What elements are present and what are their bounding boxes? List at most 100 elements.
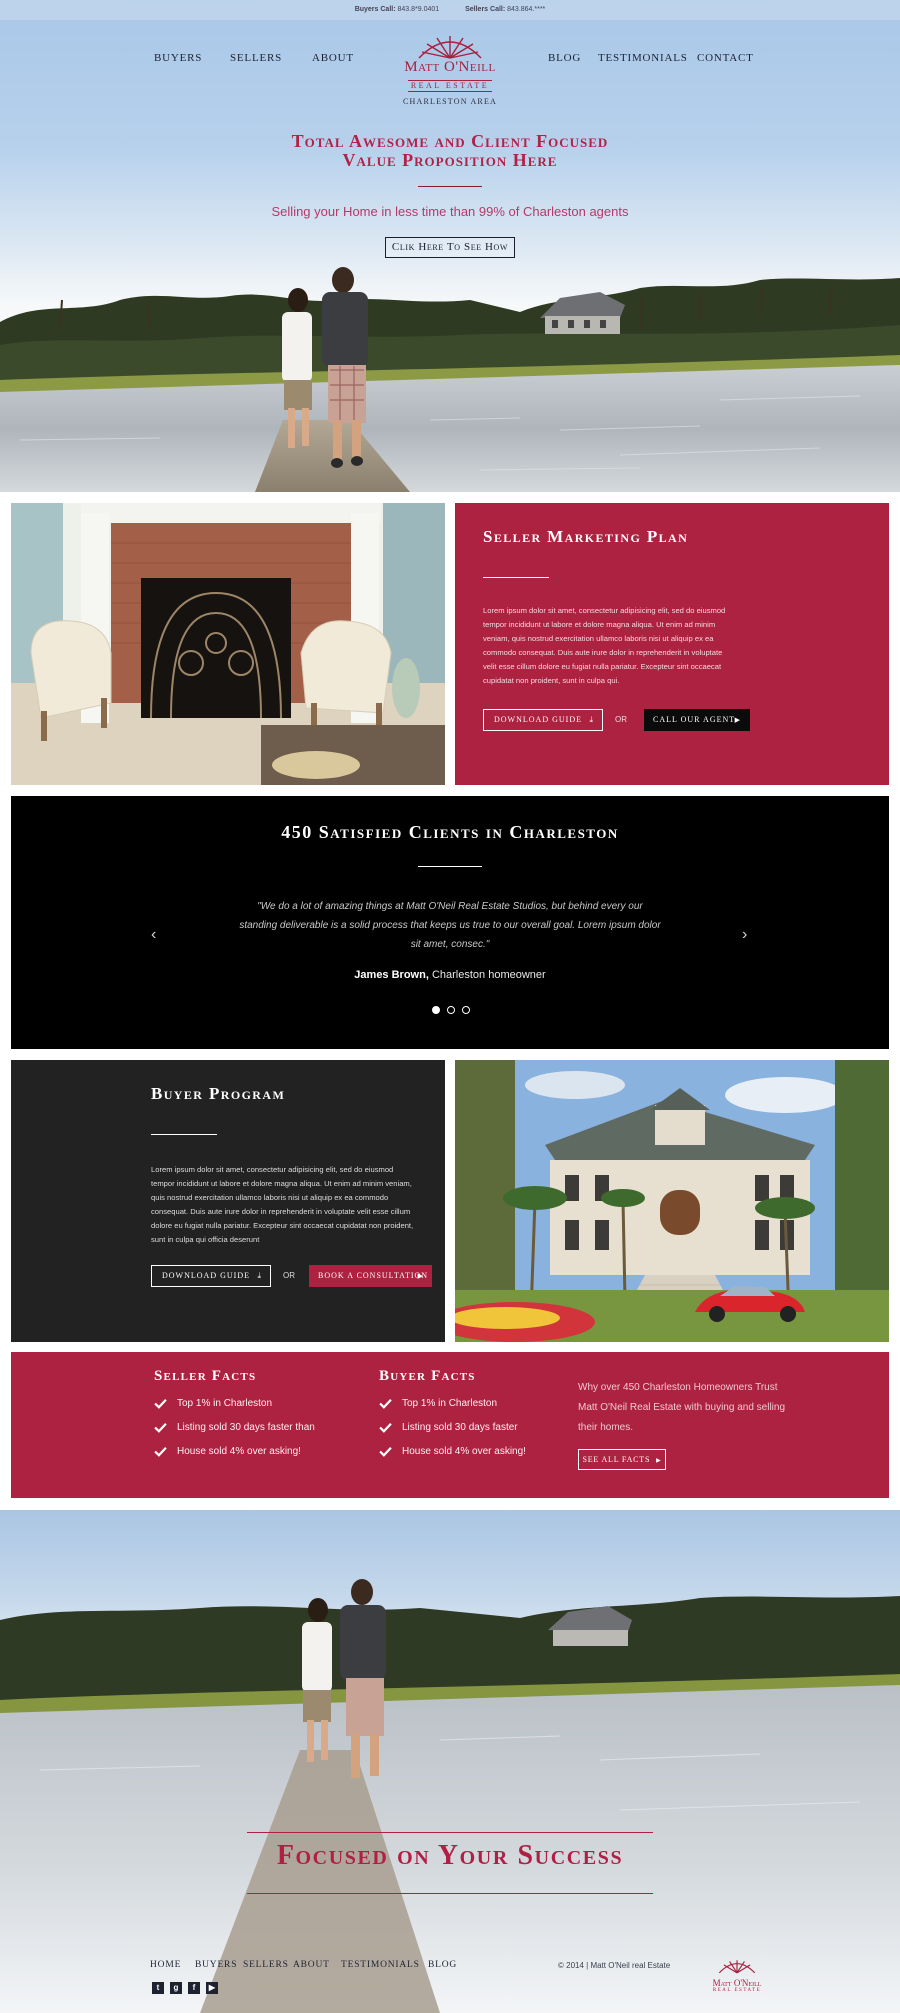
- buyer-program-title: Buyer Program: [151, 1084, 286, 1103]
- testimonial-quote: "We do a lot of amazing things at Matt O…: [239, 901, 661, 950]
- youtube-icon[interactable]: ▶: [206, 1982, 218, 1994]
- buyer-facts-title: Buyer Facts: [379, 1368, 476, 1384]
- footer-link-sellers[interactable]: Sellers: [243, 1960, 289, 1970]
- google-plus-icon[interactable]: g: [170, 1982, 182, 1994]
- carousel-dot-3[interactable]: [462, 1006, 470, 1014]
- nav-sellers[interactable]: Sellers: [230, 52, 282, 64]
- play-arrow-icon: ▶: [417, 1272, 424, 1280]
- checkmark-icon: [379, 1422, 392, 1433]
- checkmark-icon: [379, 1398, 392, 1409]
- nav-buyers[interactable]: Buyers: [154, 52, 202, 64]
- seller-section: Seller Marketing Plan Lorem ipsum dolor …: [11, 503, 889, 785]
- seller-fact-text: House sold 4% over asking!: [177, 1446, 301, 1457]
- twitter-icon[interactable]: t: [152, 1982, 164, 1994]
- download-icon: ⤓: [589, 715, 594, 724]
- buyer-facts: Buyer Facts Top 1% in Charleston Listing…: [379, 1352, 526, 1458]
- nav-blog[interactable]: Blog: [548, 52, 581, 64]
- footer-link-buyers[interactable]: Buyers: [195, 1960, 237, 1970]
- checkmark-icon: [154, 1398, 167, 1409]
- see-all-facts-button[interactable]: See All Facts ▶: [578, 1449, 666, 1470]
- testimonial-section: 450 Satisfied Clients in Charleston ‹ "W…: [11, 796, 889, 1049]
- buyer-download-label: Download Guide: [162, 1271, 250, 1280]
- checkmark-icon: [154, 1422, 167, 1433]
- call-agent-label: Call Our Agent: [653, 715, 736, 724]
- hero-title: Total Awesome and Client Focused Value P…: [0, 132, 900, 170]
- nav-about[interactable]: About: [312, 52, 354, 64]
- focus-divider-bottom: [247, 1893, 653, 1894]
- bottom-scenery-image: [0, 1579, 900, 2013]
- carousel-dot-1[interactable]: [432, 1006, 440, 1014]
- footer-link-home[interactable]: Home: [150, 1960, 181, 1970]
- checkmark-icon: [379, 1446, 392, 1457]
- seller-plan-divider: [483, 577, 549, 578]
- buyer-fact-item: Top 1% in Charleston: [379, 1397, 526, 1410]
- nav-contact[interactable]: Contact: [697, 52, 754, 64]
- call-our-agent-button[interactable]: Call Our Agent ▶: [644, 709, 750, 731]
- brand-logo[interactable]: Matt O'Neill REAL ESTATE Charleston Area: [394, 32, 506, 112]
- copyright-text: © 2014 | Matt O'Neil real Estate: [558, 1961, 671, 1970]
- hero-subtitle: Selling your Home in less time than 99% …: [271, 204, 629, 219]
- seller-marketing-panel: Seller Marketing Plan Lorem ipsum dolor …: [455, 503, 889, 785]
- footer-logo-name: Matt O'Neill: [712, 1978, 762, 1988]
- buyer-program-panel: Buyer Program Lorem ipsum dolor sit amet…: [11, 1060, 445, 1342]
- carousel-dots: [432, 1006, 472, 1016]
- sunburst-logo-icon: [718, 1960, 756, 1974]
- logo-name: Matt O'Neill: [404, 59, 496, 75]
- prev-arrow-icon[interactable]: ‹: [151, 926, 156, 944]
- testimonial-author: James Brown, Charleston homeowner: [11, 969, 889, 981]
- sunburst-logo-icon: [418, 36, 482, 59]
- seller-fact-text: Listing sold 30 days faster than: [177, 1422, 315, 1433]
- buyer-section: Buyer Program Lorem ipsum dolor sit amet…: [11, 1060, 889, 1342]
- hero-title-line1: Total Awesome and Client Focused: [291, 131, 609, 151]
- download-icon: ⤓: [257, 1271, 262, 1280]
- buyers-phone[interactable]: Buyers Call: 843.8*9.0401: [355, 6, 439, 13]
- buyer-program-body: Lorem ipsum dolor sit amet, consectetur …: [151, 1165, 414, 1244]
- next-arrow-icon[interactable]: ›: [742, 926, 747, 944]
- buyer-fact-item: Listing sold 30 days faster: [379, 1421, 526, 1434]
- buyer-or-text: OR: [283, 1271, 295, 1280]
- hero-divider: [418, 186, 482, 187]
- seller-plan-title: Seller Marketing Plan: [483, 527, 689, 546]
- footer-link-testimonials[interactable]: Testimonials: [341, 1960, 420, 1970]
- hero-section: Buyers Call: 843.8*9.0401 Sellers Call: …: [0, 0, 900, 492]
- seller-download-label: Download Guide: [494, 715, 582, 724]
- sellers-phone[interactable]: Sellers Call: 843.864.****: [465, 6, 545, 13]
- buyer-program-divider: [151, 1134, 217, 1135]
- seller-fact-item: Listing sold 30 days faster than: [154, 1421, 315, 1434]
- facts-section: Seller Facts Top 1% in Charleston Listin…: [11, 1352, 889, 1498]
- testimonial-title: 450 Satisfied Clients in Charleston: [281, 822, 619, 842]
- testimonial-author-role: Charleston homeowner: [431, 969, 546, 981]
- seller-facts: Seller Facts Top 1% in Charleston Listin…: [154, 1352, 315, 1458]
- seller-download-guide-button[interactable]: Download Guide ⤓: [483, 709, 603, 731]
- focus-divider-top: [247, 1832, 653, 1833]
- checkmark-icon: [154, 1446, 167, 1457]
- focus-title: Focused on Your Success: [276, 1840, 624, 1871]
- seller-fact-item: Top 1% in Charleston: [154, 1397, 315, 1410]
- footer-logo-subtitle: REAL ESTATE: [712, 1988, 762, 1993]
- footer-link-about[interactable]: About: [293, 1960, 330, 1970]
- seller-facts-title: Seller Facts: [154, 1368, 257, 1384]
- seller-or-text: OR: [615, 715, 627, 724]
- see-all-facts-label: See All Facts: [582, 1455, 651, 1464]
- buyer-fact-text: House sold 4% over asking!: [402, 1446, 526, 1457]
- book-consultation-button[interactable]: Book a Consultation ▶: [309, 1265, 432, 1287]
- seller-plan-body: Lorem ipsum dolor sit amet, consectetur …: [483, 606, 726, 685]
- hero-cta-button[interactable]: Clik Here To See How: [385, 237, 515, 258]
- contact-topbar: Buyers Call: 843.8*9.0401 Sellers Call: …: [0, 0, 900, 20]
- mansion-image: [455, 1060, 889, 1342]
- carousel-dot-2[interactable]: [447, 1006, 455, 1014]
- footer-logo[interactable]: Matt O'Neill REAL ESTATE: [705, 1958, 769, 1998]
- why-trust-text: Why over 450 Charleston Homeowners Trust…: [578, 1382, 786, 1433]
- hero-title-line2: Value Proposition Here: [342, 150, 558, 170]
- testimonial-author-name: James Brown,: [354, 969, 429, 981]
- living-room-image: [11, 503, 445, 785]
- buyer-fact-text: Top 1% in Charleston: [402, 1398, 498, 1409]
- footer-link-blog[interactable]: Blog: [428, 1960, 457, 1970]
- bottom-hero-section: Focused on Your Success Home Buyers Sell…: [0, 1510, 900, 2013]
- facebook-icon[interactable]: f: [188, 1982, 200, 1994]
- logo-subtitle: REAL ESTATE: [407, 80, 493, 92]
- buyer-download-guide-button[interactable]: Download Guide ⤓: [151, 1265, 271, 1287]
- play-arrow-icon: ▶: [656, 1458, 662, 1464]
- nav-testimonials[interactable]: Testimonials: [598, 52, 688, 64]
- testimonial-divider: [418, 866, 482, 867]
